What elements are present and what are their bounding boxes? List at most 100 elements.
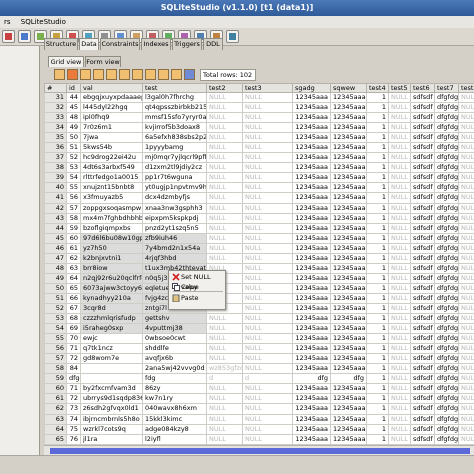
column-header[interactable]: val: [80, 83, 143, 93]
table-cell[interactable]: dfgfdg: [434, 393, 459, 405]
table-cell[interactable]: NULL: [458, 313, 474, 325]
table-cell[interactable]: NULL: [206, 172, 243, 184]
context-paste[interactable]: Paste: [171, 293, 225, 303]
table-cell[interactable]: dfgfdg: [434, 423, 459, 435]
table-cell[interactable]: 12345aaa: [292, 282, 331, 294]
table-cell[interactable]: NULL: [388, 212, 411, 224]
table-cell[interactable]: 1: [366, 302, 389, 315]
table-cell[interactable]: 12345aaa: [330, 393, 367, 405]
table-cell[interactable]: 57: [66, 202, 81, 214]
table-cell[interactable]: sdfsdf: [410, 433, 435, 445]
table-cell[interactable]: NULL: [388, 373, 411, 385]
table-cell[interactable]: NULL: [242, 212, 293, 224]
table-cell[interactable]: NULL: [206, 162, 243, 174]
table-cell[interactable]: wz853gfzdn3: [206, 363, 243, 375]
table-cell[interactable]: 12345aaa: [330, 122, 367, 134]
filter-icon[interactable]: [132, 69, 143, 80]
table-cell[interactable]: NULL: [206, 383, 243, 395]
table-cell[interactable]: NULL: [242, 423, 293, 435]
table-cell[interactable]: dfgfdg: [434, 373, 459, 385]
column-header[interactable]: test6: [410, 83, 435, 93]
table-cell[interactable]: dfgfdg: [434, 252, 459, 264]
table-cell[interactable]: ewjc: [80, 333, 143, 345]
table-cell[interactable]: ibjrncmbrnls5h8o: [80, 413, 143, 425]
table-cell[interactable]: NULL: [242, 152, 293, 164]
refresh-data-icon[interactable]: [67, 69, 78, 80]
context-set-null[interactable]: Set NULL value: [171, 272, 225, 291]
table-cell[interactable]: NULL: [388, 112, 411, 124]
table-cell[interactable]: 1: [366, 132, 389, 144]
table-cell[interactable]: 12345aaa: [292, 403, 331, 415]
table-cell[interactable]: 1: [366, 212, 389, 224]
table-cell[interactable]: NULL: [388, 333, 411, 345]
table-cell[interactable]: mx4m7fghbdhbhb: [80, 212, 143, 224]
table-row[interactable]: 5166kynadhyy210afvjg4zcujaesaNULLNULL123…: [44, 292, 474, 304]
table-row[interactable]: 43 58 mx4m7fghbdhbhb eipxpm5kspkpdj NULL NULL…: [44, 212, 474, 224]
table-cell[interactable]: 61: [66, 242, 81, 254]
table-cell[interactable]: 12345aaa: [330, 202, 367, 214]
horizontal-scrollbar[interactable]: [44, 445, 474, 455]
table-cell[interactable]: 1: [366, 232, 389, 244]
table-cell[interactable]: l2iyfl: [142, 433, 207, 445]
table-cell[interactable]: NULL: [242, 252, 293, 264]
table-cell[interactable]: NULL: [206, 142, 243, 154]
table-cell[interactable]: 1: [366, 262, 389, 274]
table-cell[interactable]: 4vputtmj38: [142, 323, 207, 335]
table-cell[interactable]: kw7n1ry: [142, 393, 207, 405]
column-header[interactable]: test3: [242, 83, 293, 93]
menu-item-sqlitestudio[interactable]: SQLiteStudio: [17, 18, 70, 26]
table-cell[interactable]: 1: [366, 323, 389, 335]
table-cell[interactable]: NULL: [242, 202, 293, 214]
table-cell[interactable]: NULL: [458, 202, 474, 214]
tab-form-view[interactable]: Form view: [85, 56, 121, 67]
table-cell[interactable]: NULL: [206, 122, 243, 134]
tab-indexes[interactable]: Indexes: [141, 38, 171, 50]
table-cell[interactable]: 1: [366, 112, 389, 124]
table-cell[interactable]: dfgfdg: [434, 232, 459, 244]
table-cell[interactable]: 62: [66, 252, 81, 264]
table-cell[interactable]: 5kws54b: [80, 142, 143, 154]
table-cell[interactable]: zoppgxsoqasmpw: [80, 202, 143, 214]
table-cell[interactable]: sdfsdf: [410, 313, 435, 325]
table-cell[interactable]: sdfsdf: [410, 232, 435, 244]
table-cell[interactable]: NULL: [458, 232, 474, 244]
table-cell[interactable]: rlttrfedgo1a0015: [80, 172, 143, 184]
table-row[interactable]: 34 49 7r0z6m1 kvjirrof5b3doax8 NULL NULL 12345…: [44, 122, 474, 134]
table-cell[interactable]: sdfsdf: [410, 192, 435, 204]
table-cell[interactable]: brr8iow: [80, 262, 143, 274]
scrollbar-thumb[interactable]: [50, 448, 470, 454]
table-cell[interactable]: NULL: [458, 383, 474, 395]
table-cell[interactable]: 12345aaa: [292, 383, 331, 395]
table-cell[interactable]: 84: [66, 363, 81, 375]
table-cell[interactable]: dfgdf: [66, 373, 81, 385]
table-cell[interactable]: jl1ra: [80, 433, 143, 445]
table-cell[interactable]: 7jwa: [80, 132, 143, 144]
table-cell[interactable]: dfgfdg: [434, 212, 459, 224]
table-cell[interactable]: 12345aaa: [330, 353, 367, 365]
table-cell[interactable]: NULL: [388, 313, 411, 325]
table-cell[interactable]: NULL: [388, 152, 411, 164]
table-cell[interactable]: 7y4bmd2n1x54a: [142, 242, 207, 254]
table-cell[interactable]: 12345aaa: [330, 282, 367, 294]
table-cell[interactable]: sdfsdf: [410, 302, 435, 315]
table-cell[interactable]: NULL: [206, 423, 243, 435]
table-cell[interactable]: NULL: [458, 323, 474, 335]
table-cell[interactable]: sdfsdf: [410, 122, 435, 134]
table-cell[interactable]: 72: [66, 393, 81, 405]
table-cell[interactable]: 1: [366, 252, 389, 264]
table-row[interactable]: 58842ana5wj42vvvg0dwz853gfzdn3NULL12345a…: [44, 363, 474, 375]
table-cell[interactable]: 12345aaa: [292, 363, 331, 375]
table-cell[interactable]: sdfsdf: [410, 423, 435, 435]
table-cell[interactable]: NULL: [458, 403, 474, 415]
column-header[interactable]: #: [44, 83, 67, 93]
table-cell[interactable]: dfgfdg: [434, 292, 459, 304]
table-cell[interactable]: NULL: [242, 112, 293, 124]
table-row[interactable]: 62 73 z6sdh2gfvqx0ld1 040wavx8h6xm NULL NULL 1…: [44, 403, 474, 415]
table-cell[interactable]: sdfsdf: [410, 353, 435, 365]
table-cell[interactable]: NULL: [206, 132, 243, 144]
table-cell[interactable]: adge084kzy8: [142, 423, 207, 435]
table-cell[interactable]: NULL: [458, 393, 474, 405]
table-cell[interactable]: 50: [66, 132, 81, 144]
column-header[interactable]: sgadg: [292, 83, 331, 93]
table-cell[interactable]: 65: [66, 282, 81, 294]
